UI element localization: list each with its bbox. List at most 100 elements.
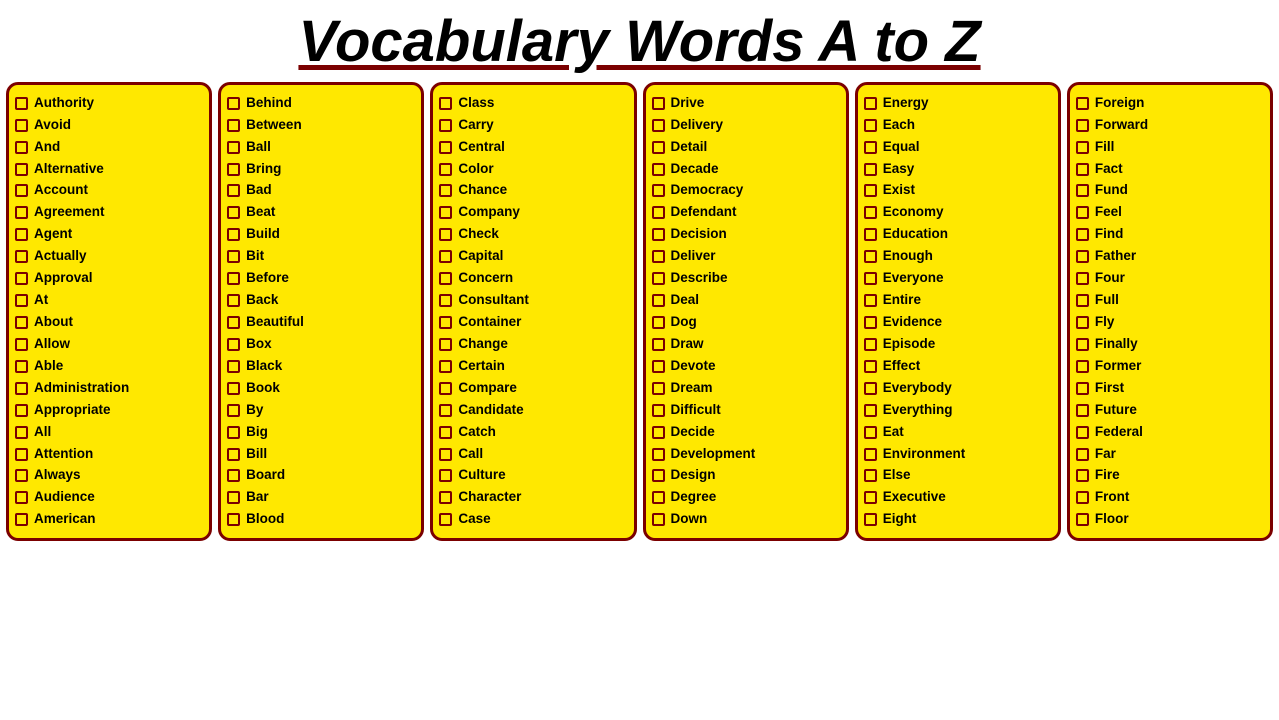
checkbox-icon [227,272,240,285]
checkbox-icon [864,163,877,176]
word-label: Else [883,465,911,486]
checkbox-icon [864,141,877,154]
list-item: Allow [15,334,203,355]
word-label: Fund [1095,180,1128,201]
checkbox-icon [227,250,240,263]
checkbox-icon [439,513,452,526]
columns-container: AuthorityAvoidAndAlternativeAccountAgree… [0,82,1279,547]
word-label: Effect [883,356,921,377]
list-item: Democracy [652,180,840,201]
word-label: Describe [671,268,728,289]
word-label: Consultant [458,290,529,311]
list-item: Father [1076,246,1264,267]
list-item: Attention [15,444,203,465]
list-item: Certain [439,356,627,377]
word-label: Equal [883,137,920,158]
checkbox-icon [1076,491,1089,504]
word-label: Character [458,487,521,508]
list-item: Exist [864,180,1052,201]
checkbox-icon [864,97,877,110]
list-item: Devote [652,356,840,377]
list-item: Finally [1076,334,1264,355]
list-item: Capital [439,246,627,267]
list-item: Energy [864,93,1052,114]
word-label: Company [458,202,520,223]
word-label: Everything [883,400,953,421]
list-item: Ball [227,137,415,158]
checkbox-icon [227,141,240,154]
checkbox-icon [227,382,240,395]
checkbox-icon [864,294,877,307]
word-label: Catch [458,422,496,443]
list-item: Character [439,487,627,508]
list-item: Container [439,312,627,333]
list-item: By [227,400,415,421]
word-label: Father [1095,246,1136,267]
checkbox-icon [864,338,877,351]
word-label: Each [883,115,915,136]
word-label: Bring [246,159,281,180]
list-item: Each [864,115,1052,136]
word-label: Everybody [883,378,952,399]
checkbox-icon [652,119,665,132]
checkbox-icon [15,469,28,482]
list-item: Everybody [864,378,1052,399]
word-label: Easy [883,159,915,180]
list-item: Equal [864,137,1052,158]
list-item: Bar [227,487,415,508]
checkbox-icon [652,382,665,395]
word-label: First [1095,378,1124,399]
checkbox-icon [652,469,665,482]
word-label: Exist [883,180,915,201]
checkbox-icon [864,469,877,482]
word-label: Development [671,444,756,465]
checkbox-icon [227,316,240,329]
checkbox-icon [1076,228,1089,241]
checkbox-icon [439,360,452,373]
list-item: Forward [1076,115,1264,136]
checkbox-icon [15,360,28,373]
list-item: Federal [1076,422,1264,443]
checkbox-icon [15,338,28,351]
list-item: And [15,137,203,158]
checkbox-icon [15,294,28,307]
checkbox-icon [227,360,240,373]
checkbox-icon [227,119,240,132]
word-label: Executive [883,487,946,508]
list-item: Down [652,509,840,530]
checkbox-icon [1076,426,1089,439]
list-item: At [15,290,203,311]
word-label: Education [883,224,948,245]
checkbox-icon [15,184,28,197]
word-label: Future [1095,400,1137,421]
word-label: Authority [34,93,94,114]
list-item: Account [15,180,203,201]
word-label: Container [458,312,521,333]
list-item: Behind [227,93,415,114]
list-item: Effect [864,356,1052,377]
list-item: Defendant [652,202,840,223]
list-item: Beat [227,202,415,223]
list-item: Easy [864,159,1052,180]
checkbox-icon [227,294,240,307]
word-label: Build [246,224,280,245]
list-item: Catch [439,422,627,443]
checkbox-icon [864,426,877,439]
list-item: Color [439,159,627,180]
col-f: ForeignForwardFillFactFundFeelFindFather… [1067,82,1273,541]
word-label: Defendant [671,202,737,223]
word-label: Feel [1095,202,1122,223]
list-item: Beautiful [227,312,415,333]
list-item: Bill [227,444,415,465]
word-label: Decide [671,422,715,443]
word-label: Find [1095,224,1124,245]
checkbox-icon [227,448,240,461]
list-item: Eat [864,422,1052,443]
list-item: Fire [1076,465,1264,486]
checkbox-icon [15,141,28,154]
checkbox-icon [15,513,28,526]
checkbox-icon [864,250,877,263]
list-item: Back [227,290,415,311]
checkbox-icon [1076,316,1089,329]
checkbox-icon [864,272,877,285]
